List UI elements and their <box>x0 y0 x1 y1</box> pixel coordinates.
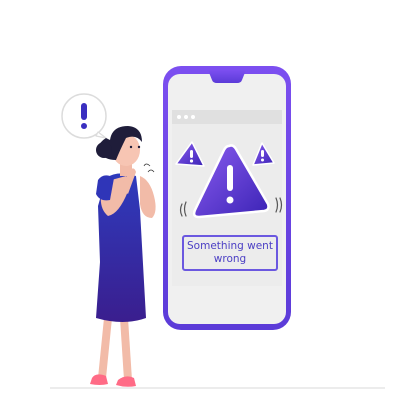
woman-figure <box>90 126 156 387</box>
exclamation-bubble-icon <box>61 93 107 139</box>
browser-dots-icon <box>177 115 195 119</box>
error-illustration: Something went wrong <box>0 0 420 420</box>
error-message-box: Something went wrong <box>182 235 278 271</box>
scene-svg <box>50 66 385 389</box>
phone-notch <box>208 70 246 83</box>
error-message-text: Something went wrong <box>187 239 273 265</box>
browser-bar <box>172 110 282 124</box>
